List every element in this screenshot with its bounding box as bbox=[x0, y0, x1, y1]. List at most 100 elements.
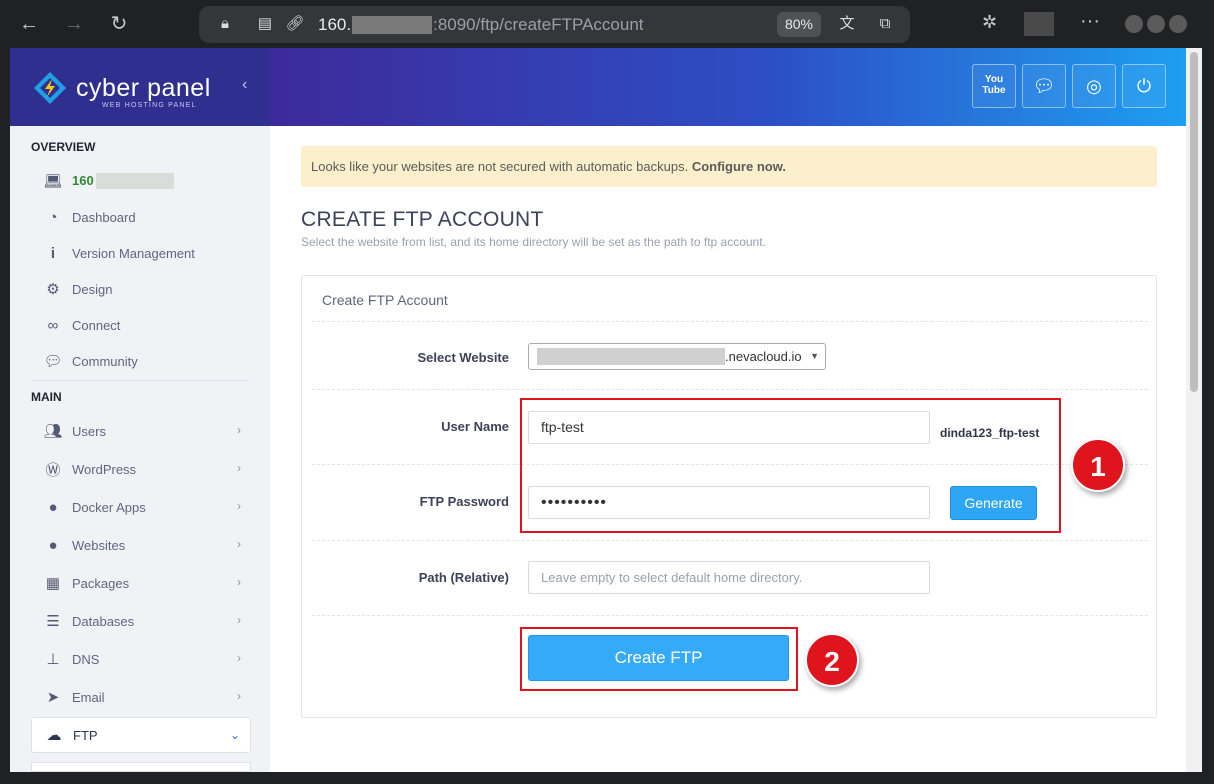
sidebar-item-version-management[interactable]: i Version Management bbox=[31, 235, 251, 271]
sidebar-item-connect[interactable]: ∞ Connect bbox=[31, 307, 251, 343]
profile-avatar[interactable] bbox=[1024, 12, 1054, 36]
maximize-window-button[interactable] bbox=[1147, 15, 1165, 33]
sidebar: cyber panel WEB HOSTING PANEL ‹ OVERVIEW… bbox=[10, 48, 270, 772]
browser-toolbar: ← → ↻ 🔒︎ ▤ 🔗︎ 160.:8090/ftp/createFTPAcc… bbox=[0, 0, 1214, 48]
extensions-icon[interactable]: ✲ bbox=[982, 12, 997, 33]
translate-icon[interactable]: 文 bbox=[837, 14, 857, 34]
ftp-password-label: FTP Password bbox=[419, 494, 509, 509]
info-icon: i bbox=[50, 244, 56, 262]
brand-name: cyber panel bbox=[76, 74, 211, 102]
sidebar-item-host[interactable]: 💻︎ 160 bbox=[31, 163, 251, 199]
redacted-ip bbox=[352, 16, 433, 34]
app-window: cyber panel WEB HOSTING PANEL ‹ OVERVIEW… bbox=[10, 48, 1202, 772]
chat-button[interactable]: 💬︎ bbox=[1022, 64, 1066, 108]
link-icon: ∞ bbox=[47, 316, 59, 334]
chat-icon: 💬︎ bbox=[43, 353, 63, 370]
page-title: CREATE FTP ACCOUNT bbox=[301, 208, 544, 231]
highlight-box-2 bbox=[520, 627, 798, 691]
address-bar[interactable]: 🔒︎ ▤ 🔗︎ 160.:8090/ftp/createFTPAccount 8… bbox=[199, 6, 910, 43]
zoom-indicator[interactable]: 80% bbox=[777, 12, 821, 37]
support-button[interactable]: ◎ bbox=[1072, 64, 1116, 108]
url-text[interactable]: 160.:8090/ftp/createFTPAccount bbox=[318, 15, 644, 35]
chevron-right-icon: › bbox=[237, 651, 241, 665]
chevron-right-icon: › bbox=[237, 575, 241, 589]
path-label: Path (Relative) bbox=[418, 570, 509, 585]
chevron-down-icon: ⌄ bbox=[229, 728, 240, 742]
youtube-icon: You Tube bbox=[982, 74, 1006, 96]
sidebar-item-databases[interactable]: ☰ Databases › bbox=[31, 603, 251, 639]
wordpress-icon: Ⓦ bbox=[45, 461, 61, 479]
chevron-right-icon: › bbox=[237, 613, 241, 627]
brand-tagline: WEB HOSTING PANEL bbox=[102, 102, 197, 109]
redacted-domain bbox=[537, 348, 725, 365]
scrollbar-thumb[interactable] bbox=[1190, 52, 1198, 392]
collapse-sidebar-icon[interactable]: ‹ bbox=[242, 76, 247, 94]
link-icon[interactable]: 🔗︎ bbox=[285, 14, 305, 34]
youtube-button[interactable]: You Tube bbox=[972, 64, 1016, 108]
reading-list-icon[interactable]: ⧉ bbox=[875, 14, 895, 34]
forward-button[interactable]: → bbox=[60, 10, 88, 38]
main-heading: MAIN bbox=[31, 390, 62, 404]
select-website-label: Select Website bbox=[417, 350, 509, 365]
laptop-icon: 💻︎ bbox=[43, 173, 63, 190]
sidebar-item-websites[interactable]: ● Websites › bbox=[31, 527, 251, 563]
logout-button[interactable]: ⏻ bbox=[1122, 64, 1166, 108]
sidebar-item-wordpress[interactable]: Ⓦ WordPress › bbox=[31, 451, 251, 487]
cyberpanel-logo-icon bbox=[34, 72, 66, 104]
sidebar-item-ftp[interactable]: ☁ FTP ⌄ bbox=[31, 717, 251, 753]
chevron-right-icon: › bbox=[237, 461, 241, 475]
chevron-right-icon: › bbox=[237, 689, 241, 703]
divider bbox=[312, 540, 1148, 541]
sidebar-item-email[interactable]: ➤ Email › bbox=[31, 679, 251, 715]
power-icon: ⏻ bbox=[1136, 76, 1152, 96]
close-window-button[interactable] bbox=[1169, 15, 1187, 33]
database-icon: ☰ bbox=[46, 613, 60, 630]
lock-icon[interactable]: 🔒︎ bbox=[215, 14, 235, 34]
sidebar-item-users[interactable]: 👥︎ Users › bbox=[31, 413, 251, 449]
sitemap-icon: ⊥ bbox=[46, 651, 60, 668]
sidebar-item-dns[interactable]: ⊥ DNS › bbox=[31, 641, 251, 677]
configure-now-link[interactable]: Configure now. bbox=[692, 159, 786, 174]
lifebuoy-icon: ◎ bbox=[1086, 76, 1102, 96]
username-label: User Name bbox=[441, 419, 509, 434]
sidebar-item-design[interactable]: ⚙ Design bbox=[31, 271, 251, 307]
chevron-down-icon: ▼ bbox=[810, 351, 819, 361]
sidebar-item-packages[interactable]: ▦ Packages › bbox=[31, 565, 251, 601]
backup-alert: Looks like your websites are not secured… bbox=[301, 146, 1157, 187]
card-title: Create FTP Account bbox=[322, 292, 448, 308]
sidebar-divider bbox=[31, 380, 249, 381]
sidebar-item-community[interactable]: 💬︎ Community bbox=[31, 343, 251, 379]
highlight-box-1 bbox=[520, 398, 1061, 533]
reload-button[interactable]: ↻ bbox=[105, 10, 133, 38]
chevron-right-icon: › bbox=[237, 499, 241, 513]
page-info-icon[interactable]: ▤ bbox=[255, 14, 275, 34]
sidebar-item-dashboard[interactable]: ◔ Dashboard bbox=[31, 199, 251, 235]
chevron-right-icon: › bbox=[237, 423, 241, 437]
scrollbar[interactable] bbox=[1186, 48, 1202, 772]
divider bbox=[312, 389, 1148, 390]
packages-icon: ▦ bbox=[45, 575, 61, 592]
chevron-right-icon: › bbox=[237, 537, 241, 551]
gear-icon: ⚙ bbox=[46, 281, 60, 298]
minimize-window-button[interactable] bbox=[1125, 15, 1143, 33]
step-badge-2: 2 bbox=[805, 633, 859, 687]
dashboard-icon: ◔ bbox=[48, 208, 58, 226]
step-badge-1: 1 bbox=[1071, 438, 1125, 492]
chat-icon: 💬︎ bbox=[1032, 76, 1056, 96]
menu-button[interactable]: ··· bbox=[1080, 10, 1100, 33]
website-select[interactable]: .nevacloud.io ▼ bbox=[528, 343, 826, 370]
paper-plane-icon: ➤ bbox=[46, 689, 60, 706]
back-button[interactable]: ← bbox=[15, 10, 43, 38]
ftp-submenu bbox=[31, 762, 251, 772]
top-header: You Tube 💬︎ ◎ ⏻ bbox=[270, 48, 1186, 126]
path-input[interactable]: Leave empty to select default home direc… bbox=[528, 561, 930, 594]
overview-heading: OVERVIEW bbox=[31, 140, 96, 154]
page-subtitle: Select the website from list, and its ho… bbox=[301, 235, 766, 249]
globe-icon: ● bbox=[48, 498, 58, 516]
sidebar-item-docker-apps[interactable]: ● Docker Apps › bbox=[31, 489, 251, 525]
cloud-upload-icon: ☁ bbox=[46, 727, 62, 744]
divider bbox=[312, 615, 1148, 616]
divider bbox=[312, 321, 1148, 322]
redacted-host bbox=[95, 173, 174, 190]
brand-bar: cyber panel WEB HOSTING PANEL ‹ bbox=[10, 48, 270, 126]
